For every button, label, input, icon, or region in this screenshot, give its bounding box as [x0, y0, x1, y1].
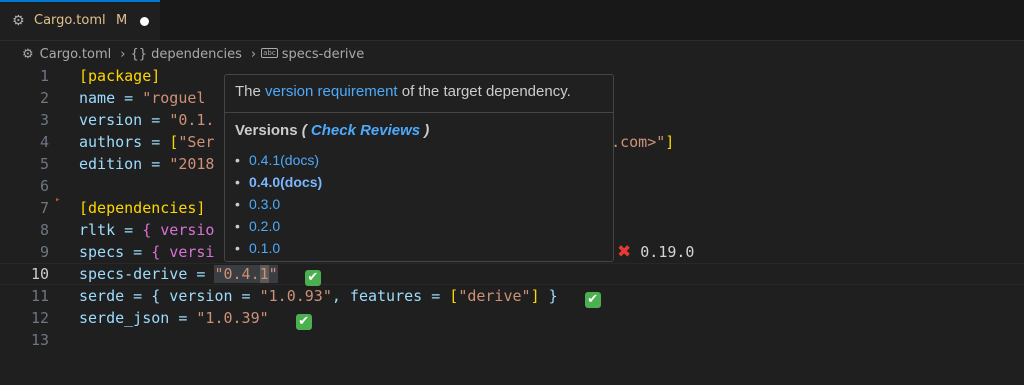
hover-text: The	[235, 83, 266, 100]
line-number: 11	[30, 287, 49, 305]
version-link[interactable]: 0.3.0	[249, 196, 280, 212]
code-text: "roguel	[142, 89, 206, 107]
code-text: ]	[530, 287, 540, 305]
chevron-right-icon: ›	[250, 46, 257, 62]
line-number: 1	[39, 67, 49, 85]
tab-cargo-toml[interactable]: ⚙ Cargo.toml M	[0, 0, 160, 40]
code-text: "	[268, 265, 278, 283]
code-text: "1.0.39"	[196, 309, 269, 327]
text-cursor: 1	[259, 265, 269, 283]
code-text: "0.4.	[214, 265, 260, 283]
version-item: 0.4.0(docs)	[235, 171, 322, 193]
version-link[interactable]: 0.4.0(docs)	[249, 174, 322, 190]
editor-line-active: 10 specs-derive = "0.4.1" ✔	[0, 263, 1024, 286]
code-text: name =	[79, 89, 143, 107]
check-icon: ✔	[304, 270, 321, 286]
string-icon: abc	[261, 48, 278, 58]
version-item: 0.2.0	[235, 215, 322, 237]
code-text: }	[539, 287, 558, 305]
line-number: 8	[39, 221, 49, 239]
version-link[interactable]: 0.4.1(docs)	[249, 152, 319, 168]
version-item: 0.4.1(docs)	[235, 149, 322, 171]
code-text: ]	[665, 133, 675, 151]
code-text: rltk =	[79, 221, 143, 239]
line-number: 6	[39, 177, 49, 195]
code-text: , features =	[331, 287, 450, 305]
tab-bar: ⚙ Cargo.toml M	[0, 0, 1024, 41]
chevron-right-icon: ›	[120, 46, 126, 62]
code-text: serde = { version =	[79, 287, 260, 305]
breadcrumb-section[interactable]: {} dependencies	[130, 47, 241, 62]
code-text: specs =	[79, 243, 152, 261]
version-item: 0.1.0	[235, 237, 322, 259]
code-text: [	[169, 133, 179, 151]
line-number: 3	[39, 111, 49, 129]
hover-divider	[225, 112, 613, 113]
code-text: "derive"	[458, 287, 531, 305]
paren-close: )	[420, 122, 430, 139]
line-number: 10	[30, 265, 49, 283]
version-link[interactable]: 0.2.0	[249, 218, 280, 234]
versions-heading: Versions ( Check Reviews )	[235, 122, 429, 139]
check-icon: ✔	[295, 314, 312, 330]
code-text: "Ser	[178, 133, 215, 151]
version-list: 0.4.1(docs) 0.4.0(docs) 0.3.0 0.2.0 0.1.…	[235, 149, 322, 259]
modified-indicator: M	[116, 13, 128, 28]
code-text: "0.1.	[169, 111, 215, 129]
breadcrumb: ⚙ Cargo.toml › {} dependencies › abc spe…	[22, 44, 368, 64]
code-text: "1.0.93"	[259, 287, 332, 305]
version-requirement-link[interactable]: version requirement	[265, 83, 398, 100]
code-text: [dependencies]	[79, 199, 206, 217]
breadcrumb-file[interactable]: Cargo.toml	[40, 47, 112, 62]
hover-text: of the target dependency.	[397, 83, 571, 100]
code-text: authors =	[79, 133, 170, 151]
editor-line: 13	[0, 329, 1024, 351]
code-text: specs-derive =	[79, 265, 215, 283]
line-number: 5	[39, 155, 49, 173]
hover-description: The version requirement of the target de…	[235, 83, 571, 100]
code-text: [	[449, 287, 459, 305]
error-icon: ✖	[617, 242, 632, 262]
code-text: serde_json =	[79, 309, 197, 327]
latest-version-hint: 0.19.0	[640, 243, 695, 261]
versions-label: Versions	[235, 122, 298, 139]
code-text: [package]	[79, 67, 161, 85]
gear-icon: ⚙	[12, 13, 25, 29]
gear-icon: ⚙	[22, 46, 34, 62]
line-number: 7	[39, 199, 49, 217]
breadcrumb-item[interactable]: specs-derive	[282, 47, 365, 62]
line-number: 9	[39, 243, 49, 261]
code-text: version =	[79, 111, 170, 129]
version-link[interactable]: 0.1.0	[249, 240, 280, 256]
editor-line: 12 serde_json = "1.0.39" ✔	[0, 307, 1024, 330]
version-item: 0.3.0	[235, 193, 322, 215]
code-text: { versio	[142, 221, 215, 239]
paren-open: (	[297, 122, 311, 139]
check-icon: ✔	[584, 292, 601, 308]
line-number: 2	[39, 89, 49, 107]
unsaved-dot-icon[interactable]	[140, 17, 149, 26]
hover-tooltip: The version requirement of the target de…	[224, 74, 614, 262]
line-number: 4	[39, 133, 49, 151]
fold-arrow-icon[interactable]: ▸	[55, 189, 60, 211]
line-number: 12	[30, 309, 49, 327]
editor-line: 11 serde = { version = "1.0.93", feature…	[0, 285, 1024, 308]
code-text: "2018	[169, 155, 215, 173]
line-number: 13	[30, 331, 49, 349]
tab-title: Cargo.toml	[34, 13, 106, 28]
code-text: { versi	[151, 243, 215, 261]
code-text: edition =	[79, 155, 170, 173]
check-reviews-link[interactable]: Check Reviews	[311, 122, 420, 139]
